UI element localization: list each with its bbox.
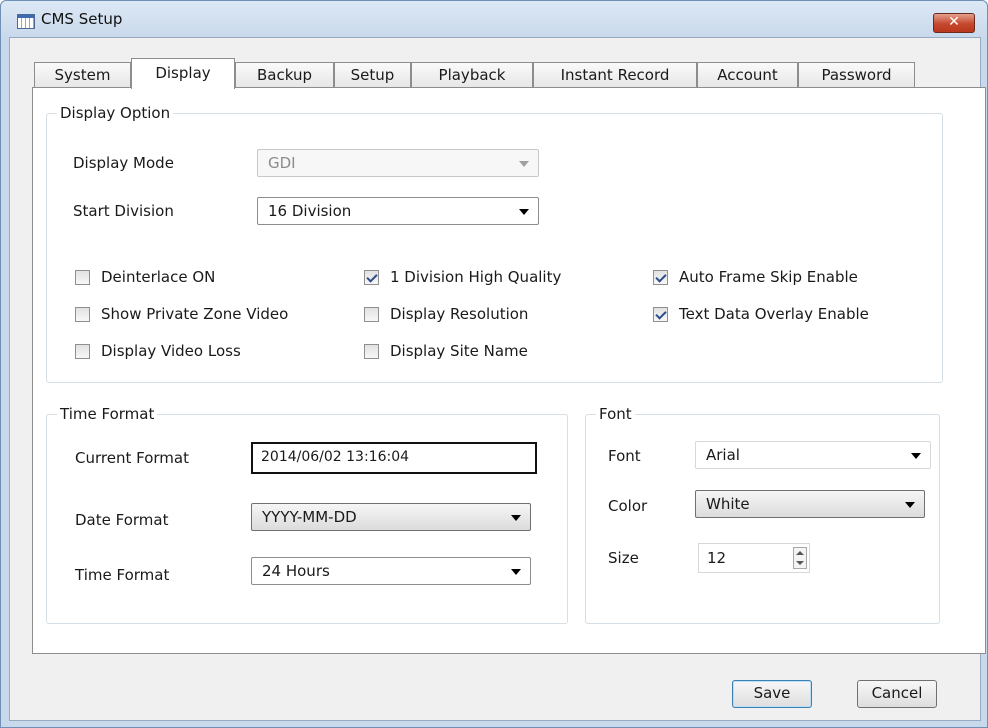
start-division-value: 16 Division <box>268 202 352 220</box>
window-title: CMS Setup <box>41 10 123 28</box>
tab-system[interactable]: System <box>34 62 131 88</box>
time-format-group: Time Format Current Format 2014/06/02 13… <box>46 405 568 624</box>
close-button[interactable]: ✕ <box>933 13 975 33</box>
display-option-title: Display Option <box>57 104 174 122</box>
start-division-dropdown[interactable]: 16 Division <box>257 197 539 225</box>
current-format-label: Current Format <box>75 449 189 467</box>
display-video-loss-label: Display Video Loss <box>101 342 241 360</box>
color-dropdown[interactable]: White <box>695 490 925 518</box>
color-value: White <box>706 495 750 513</box>
chevron-down-icon <box>911 453 921 459</box>
font-group: Font Font Arial Color White Size 12 <box>585 405 940 624</box>
tab-instant-record[interactable]: Instant Record <box>533 62 697 88</box>
text-data-overlay-label: Text Data Overlay Enable <box>679 305 869 323</box>
time-format-value: 24 Hours <box>262 562 330 580</box>
date-format-dropdown[interactable]: YYYY-MM-DD <box>251 503 531 531</box>
chevron-down-icon <box>905 502 915 508</box>
one-division-high-quality-label: 1 Division High Quality <box>390 268 562 286</box>
display-resolution-label: Display Resolution <box>390 305 529 323</box>
font-value: Arial <box>706 446 740 464</box>
chevron-down-icon <box>519 161 529 167</box>
app-window-icon <box>17 14 35 29</box>
time-format-title: Time Format <box>57 405 158 423</box>
display-option-group: Display Option Display Mode GDI Start Di… <box>46 104 943 383</box>
chevron-down-icon <box>519 209 529 215</box>
tab-password[interactable]: Password <box>798 62 915 88</box>
spin-down-icon[interactable] <box>796 561 804 565</box>
checkbox-box[interactable] <box>75 307 90 322</box>
size-value: 12 <box>707 549 727 567</box>
tab-setup[interactable]: Setup <box>334 62 411 88</box>
display-mode-value: GDI <box>268 154 296 172</box>
chevron-down-icon <box>511 515 521 521</box>
show-private-zone-video-label: Show Private Zone Video <box>101 305 289 323</box>
checkbox-box[interactable] <box>364 307 379 322</box>
cms-setup-window: CMS Setup ✕ System Display Backup Setup … <box>0 0 988 728</box>
size-spin-buttons[interactable] <box>793 547 807 569</box>
checkbox-box[interactable] <box>364 270 379 285</box>
dialog-client-area: System Display Backup Setup Playback Ins… <box>9 37 986 721</box>
display-site-name-label: Display Site Name <box>390 342 528 360</box>
close-icon: ✕ <box>948 14 960 30</box>
save-button[interactable]: Save <box>732 680 812 708</box>
tab-playback[interactable]: Playback <box>411 62 533 88</box>
spin-up-icon[interactable] <box>796 551 804 555</box>
checkbox-box[interactable] <box>75 270 90 285</box>
tab-backup[interactable]: Backup <box>235 62 334 88</box>
cancel-button[interactable]: Cancel <box>857 680 937 708</box>
checkbox-box[interactable] <box>653 307 668 322</box>
title-bar[interactable]: CMS Setup ✕ <box>1 1 987 37</box>
display-mode-dropdown[interactable]: GDI <box>257 149 539 177</box>
chevron-down-icon <box>511 569 521 575</box>
date-format-label: Date Format <box>75 511 169 529</box>
tab-display[interactable]: Display <box>131 58 235 89</box>
checkbox-box[interactable] <box>653 270 668 285</box>
start-division-label: Start Division <box>73 202 174 220</box>
color-label: Color <box>608 497 648 515</box>
time-format-dropdown[interactable]: 24 Hours <box>251 557 531 585</box>
font-group-title: Font <box>596 405 635 423</box>
tab-account[interactable]: Account <box>697 62 798 88</box>
auto-frame-skip-label: Auto Frame Skip Enable <box>679 268 858 286</box>
current-format-field[interactable]: 2014/06/02 13:16:04 <box>251 442 537 474</box>
size-label: Size <box>608 549 639 567</box>
font-label: Font <box>608 447 641 465</box>
checkbox-box[interactable] <box>364 344 379 359</box>
checkbox-box[interactable] <box>75 344 90 359</box>
font-dropdown[interactable]: Arial <box>695 441 931 469</box>
display-mode-label: Display Mode <box>73 154 174 172</box>
size-spinbox[interactable]: 12 <box>698 543 810 573</box>
deinterlace-label: Deinterlace ON <box>101 268 216 286</box>
time-format-label: Time Format <box>75 566 170 584</box>
date-format-value: YYYY-MM-DD <box>262 508 357 526</box>
